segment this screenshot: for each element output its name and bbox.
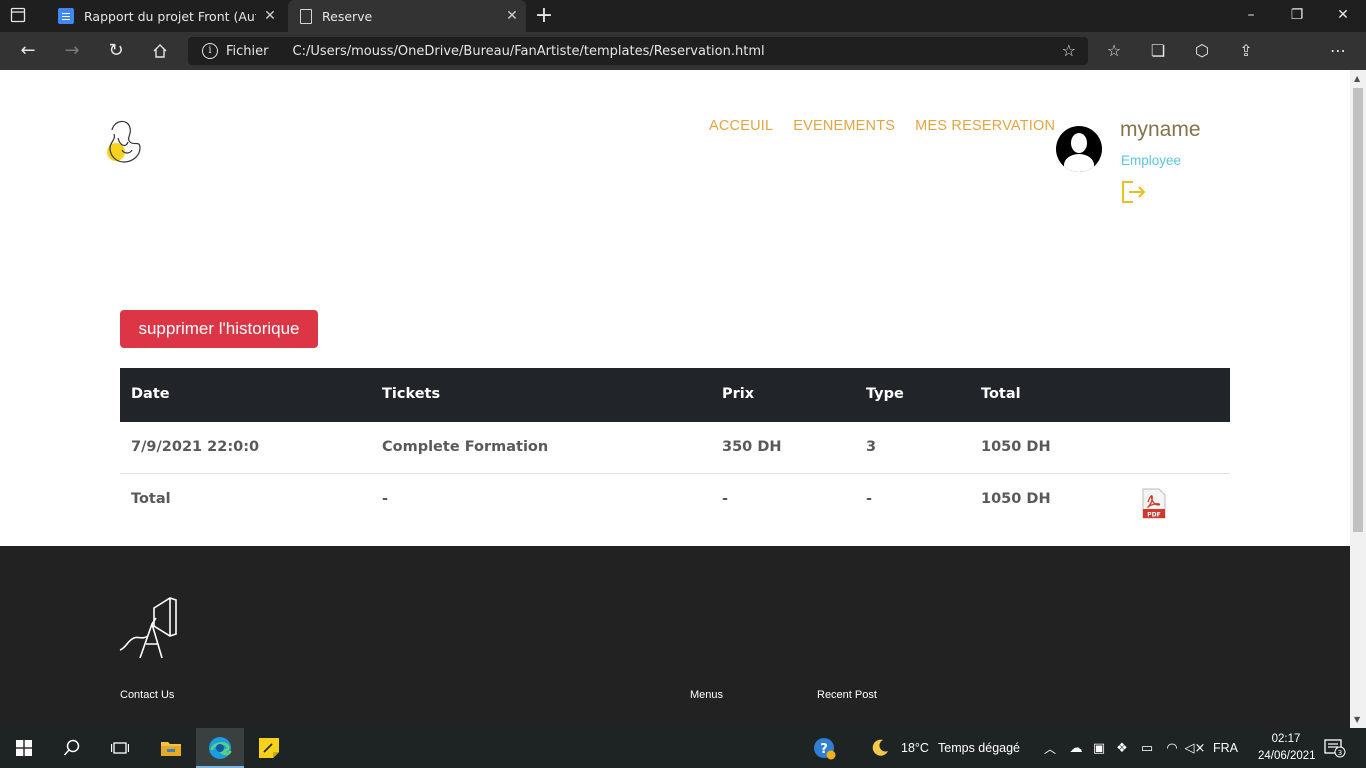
cell-total: 1050 DH bbox=[981, 439, 1051, 455]
address-url[interactable]: C:/Users/mouss/OneDrive/Bureau/FanArtist… bbox=[293, 44, 765, 59]
address-scheme: Fichier bbox=[226, 43, 269, 59]
cell-date: 7/9/2021 22:0:0 bbox=[131, 439, 260, 455]
column-header-prix: Prix bbox=[722, 386, 755, 402]
table-row: 7/9/2021 22:0:0 Complete Formation 350 D… bbox=[120, 422, 1230, 474]
page-icon bbox=[300, 8, 312, 24]
cell-tickets: Complete Formation bbox=[382, 439, 549, 455]
windows-taskbar: ? 18°C Temps dégagé ︿ ☁ ▣ ❖ ▭ ◠ ◁× FRA 0… bbox=[0, 728, 1366, 768]
weather-desc[interactable]: Temps dégagé bbox=[938, 741, 1020, 755]
refresh-icon[interactable]: ↻ bbox=[100, 36, 132, 66]
wifi-icon[interactable]: ◠ bbox=[1161, 728, 1183, 768]
close-tab-icon[interactable]: ✕ bbox=[498, 8, 526, 24]
taskbar-clock[interactable]: 02:17 24/06/2021 bbox=[1258, 731, 1316, 765]
address-bar[interactable]: i Fichier C:/Users/mouss/OneDrive/Bureau… bbox=[188, 37, 1088, 65]
site-logo[interactable] bbox=[104, 118, 144, 168]
footer-menus-heading: Menus bbox=[690, 689, 724, 701]
column-header-tickets: Tickets bbox=[382, 386, 441, 402]
table-total-row: Total - - - 1050 DH bbox=[120, 474, 1230, 526]
cell-type: 3 bbox=[866, 439, 877, 455]
cell-prix: 350 DH bbox=[722, 439, 782, 455]
page-viewport: ACCEUIL EVENEMENTS MES RESERVATION mynam… bbox=[0, 70, 1350, 728]
windows-start-icon[interactable] bbox=[0, 728, 48, 768]
cell-total-label: Total bbox=[131, 491, 171, 507]
favorites-icon[interactable]: ☆ bbox=[1098, 36, 1130, 66]
more-menu-icon[interactable]: ⋯ bbox=[1322, 36, 1354, 66]
pdf-download-icon[interactable]: PDF bbox=[1142, 488, 1166, 519]
new-tab-icon[interactable]: + bbox=[532, 3, 556, 28]
column-header-type: Type bbox=[866, 386, 904, 402]
column-header-total: Total bbox=[981, 386, 1021, 402]
restore-icon[interactable]: ❐ bbox=[1274, 0, 1320, 32]
page-scrollbar[interactable]: ▲ ▼ bbox=[1350, 70, 1366, 728]
file-explorer-icon[interactable] bbox=[148, 728, 194, 768]
forward-icon[interactable]: → bbox=[56, 36, 88, 66]
nav-link-mes-reservation[interactable]: MES RESERVATION bbox=[915, 118, 1055, 134]
help-icon[interactable]: ? bbox=[808, 728, 840, 768]
share-icon[interactable]: ⇪ bbox=[1230, 36, 1262, 66]
footer-recent-heading: Recent Post bbox=[817, 689, 877, 701]
nav-link-acceuil[interactable]: ACCEUIL bbox=[709, 118, 773, 134]
cell-grand-total: 1050 DH bbox=[981, 491, 1051, 507]
extensions-icon[interactable]: ⬡ bbox=[1186, 36, 1218, 66]
site-footer: Contact Us Menus Recent Post bbox=[0, 546, 1350, 728]
task-view-icon[interactable] bbox=[96, 728, 144, 768]
tab-title: Reserve bbox=[322, 8, 373, 24]
google-docs-icon bbox=[58, 8, 74, 24]
user-role: Employee bbox=[1121, 153, 1182, 168]
clock-date: 24/06/2021 bbox=[1258, 750, 1316, 762]
close-tab-icon[interactable]: ✕ bbox=[256, 8, 284, 24]
user-name: myname bbox=[1120, 118, 1201, 141]
close-window-icon[interactable]: ✕ bbox=[1320, 0, 1366, 32]
collections-icon[interactable]: ❏ bbox=[1142, 36, 1174, 66]
footer-logo-icon bbox=[119, 597, 177, 659]
tab-actions-icon[interactable] bbox=[10, 7, 38, 25]
home-icon[interactable] bbox=[144, 36, 176, 66]
dropbox-icon[interactable]: ❖ bbox=[1111, 728, 1133, 768]
cell-prix-total: - bbox=[722, 491, 729, 507]
table-header: Date Tickets Prix Type Total bbox=[120, 368, 1230, 422]
column-header-date: Date bbox=[131, 386, 170, 402]
sticky-notes-icon[interactable] bbox=[246, 728, 292, 768]
footer-contact-heading: Contact Us bbox=[120, 689, 175, 701]
scroll-up-icon[interactable]: ▲ bbox=[1354, 74, 1360, 83]
tab-rapport[interactable]: Rapport du projet Front (AutoRe ✕ bbox=[48, 0, 284, 32]
minimize-icon[interactable]: – bbox=[1228, 0, 1274, 32]
tab-title: Rapport du projet Front (AutoRe bbox=[84, 8, 256, 24]
clock-time: 02:17 bbox=[1271, 733, 1301, 745]
battery-icon[interactable]: ▭ bbox=[1136, 728, 1158, 768]
browser-toolbar: ← → ↻ i Fichier C:/Users/mouss/OneDrive/… bbox=[0, 32, 1366, 94]
nav-link-evenements[interactable]: EVENEMENTS bbox=[793, 118, 895, 134]
back-icon[interactable]: ← bbox=[12, 36, 44, 66]
main-nav: ACCEUIL EVENEMENTS MES RESERVATION bbox=[709, 118, 1055, 134]
device-icon[interactable]: ▣ bbox=[1089, 728, 1109, 768]
weather-moon-icon[interactable] bbox=[866, 728, 894, 768]
user-avatar[interactable] bbox=[1056, 126, 1102, 172]
browser-tab-bar: Rapport du projet Front (AutoRe ✕ Reserv… bbox=[0, 0, 1366, 32]
notification-count: 3 bbox=[1338, 749, 1342, 757]
pdf-label: PDF bbox=[1147, 512, 1160, 519]
cell-type-total: - bbox=[866, 491, 873, 507]
scrollbar-thumb[interactable] bbox=[1353, 88, 1363, 532]
notification-center-icon[interactable]: 3 bbox=[1318, 728, 1352, 768]
logout-icon[interactable] bbox=[1119, 178, 1147, 206]
volume-muted-icon[interactable]: ◁× bbox=[1184, 728, 1206, 768]
cell-tickets-total: - bbox=[382, 491, 389, 507]
info-icon[interactable]: i bbox=[202, 43, 218, 59]
show-hidden-icons-icon[interactable]: ︿ bbox=[1040, 728, 1060, 768]
search-icon[interactable] bbox=[48, 728, 96, 768]
tab-reserve[interactable]: Reserve ✕ bbox=[288, 0, 526, 32]
add-favorite-icon[interactable]: ☆ bbox=[1062, 41, 1076, 60]
delete-history-button[interactable]: supprimer l'historique bbox=[120, 310, 318, 348]
language-indicator[interactable]: FRA bbox=[1213, 741, 1238, 755]
onedrive-icon[interactable]: ☁ bbox=[1064, 728, 1088, 768]
scroll-down-icon[interactable]: ▼ bbox=[1354, 715, 1360, 724]
weather-temp[interactable]: 18°C bbox=[901, 741, 929, 755]
edge-taskbar-icon[interactable] bbox=[196, 728, 244, 768]
